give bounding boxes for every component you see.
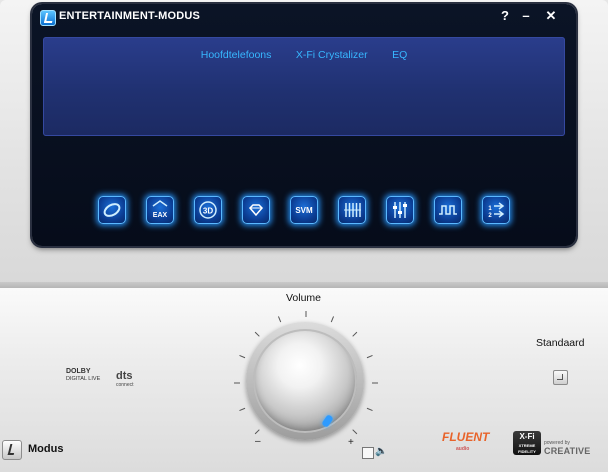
mixer-button[interactable] (386, 196, 414, 224)
dolby-logo-sub: DIGITAL LIVE (66, 376, 101, 382)
svm-label: SVM (295, 206, 313, 215)
help-button[interactable]: ? (497, 8, 513, 24)
fluent-logo-main: FLUENT (442, 430, 490, 444)
volume-tick (239, 407, 246, 412)
mode-switch-button[interactable] (2, 440, 22, 460)
volume-tick (330, 316, 335, 323)
3d-icon: 3D (199, 201, 217, 219)
fluent-audio-logo: FLUENT audio (442, 430, 490, 452)
mixer-icon (393, 202, 407, 218)
volume-tick (277, 316, 282, 323)
volume-tick (352, 429, 358, 435)
volume-max-label: + (348, 437, 354, 448)
route-button[interactable]: 1 2 (482, 196, 510, 224)
dolby-logo: DOLBY DIGITAL LIVE (66, 368, 106, 384)
standard-label: Standaard (536, 337, 585, 349)
creative-logo: powered by CREATIVE (544, 440, 590, 456)
tab-headphones[interactable]: Hoofdtelefoons (201, 49, 272, 61)
3d-button[interactable]: 3D (194, 196, 222, 224)
info-panel: Hoofdtelefoons X-Fi Crystalizer EQ (43, 37, 565, 136)
standard-button[interactable] (553, 370, 568, 385)
volume-tick (352, 331, 358, 337)
tab-crystalizer[interactable]: X-Fi Crystalizer (296, 49, 368, 61)
svm-button[interactable]: SVM (290, 196, 318, 224)
volume-tick (239, 354, 246, 359)
xfi-logo-main: X-Fi (519, 432, 535, 441)
volume-tick (254, 331, 260, 337)
effect-button-row: EAX 3D SVM 1 2 (96, 196, 516, 228)
svg-text:2: 2 (488, 213, 492, 219)
volume-tick (254, 429, 260, 435)
creative-app-icon[interactable] (40, 10, 56, 26)
crystalizer-button[interactable] (242, 196, 270, 224)
close-button[interactable]: ✕ (543, 8, 559, 24)
volume-dial (228, 305, 384, 461)
volume-min-label: – (255, 436, 261, 447)
eax-icon: EAX (152, 200, 168, 219)
wave-button[interactable] (434, 196, 462, 224)
fluent-logo-sub: audio (456, 446, 470, 452)
dts-logo-sub: connect (116, 382, 134, 388)
dts-logo: dts connect (116, 370, 166, 388)
xfi-logo-sub: XTREME FIDELITY (518, 443, 536, 454)
3d-label: 3D (203, 207, 213, 216)
window-title: ENTERTAINMENT-MODUS (59, 10, 201, 22)
display-window: ENTERTAINMENT-MODUS ? – ✕ Hoofdtelefoons… (32, 4, 576, 246)
tab-eq[interactable]: EQ (392, 49, 407, 61)
feature-tabs: Hoofdtelefoons X-Fi Crystalizer EQ (43, 45, 565, 63)
dts-logo-main: dts (116, 370, 133, 382)
diamond-icon (248, 204, 264, 217)
volume-knob[interactable] (253, 329, 357, 433)
bars-icon (344, 203, 361, 217)
svm-icon: SVM (295, 206, 313, 215)
route-icon: 1 2 (488, 202, 505, 219)
xfi-logo: X-Fi XTREME FIDELITY (513, 431, 541, 455)
volume-tick (366, 354, 373, 359)
dolby-logo-main: DOLBY (66, 368, 91, 375)
mode-label: Modus (28, 443, 64, 455)
speaker-icon: 🔈 (375, 446, 388, 457)
wave-icon (439, 205, 457, 215)
volume-label: Volume (286, 292, 322, 304)
ring-icon (103, 203, 121, 217)
title-bar: ENTERTAINMENT-MODUS ? – ✕ (32, 4, 576, 30)
eax-label: EAX (153, 212, 168, 219)
creative-logo-main: CREATIVE (544, 446, 591, 456)
minimize-button[interactable]: – (518, 8, 534, 24)
ring-effect-button[interactable] (98, 196, 126, 224)
volume-tick (366, 407, 373, 412)
equalizer-button[interactable] (338, 196, 366, 224)
mute-button[interactable] (362, 447, 374, 459)
eax-button[interactable]: EAX (146, 196, 174, 224)
svg-text:1: 1 (488, 206, 492, 212)
